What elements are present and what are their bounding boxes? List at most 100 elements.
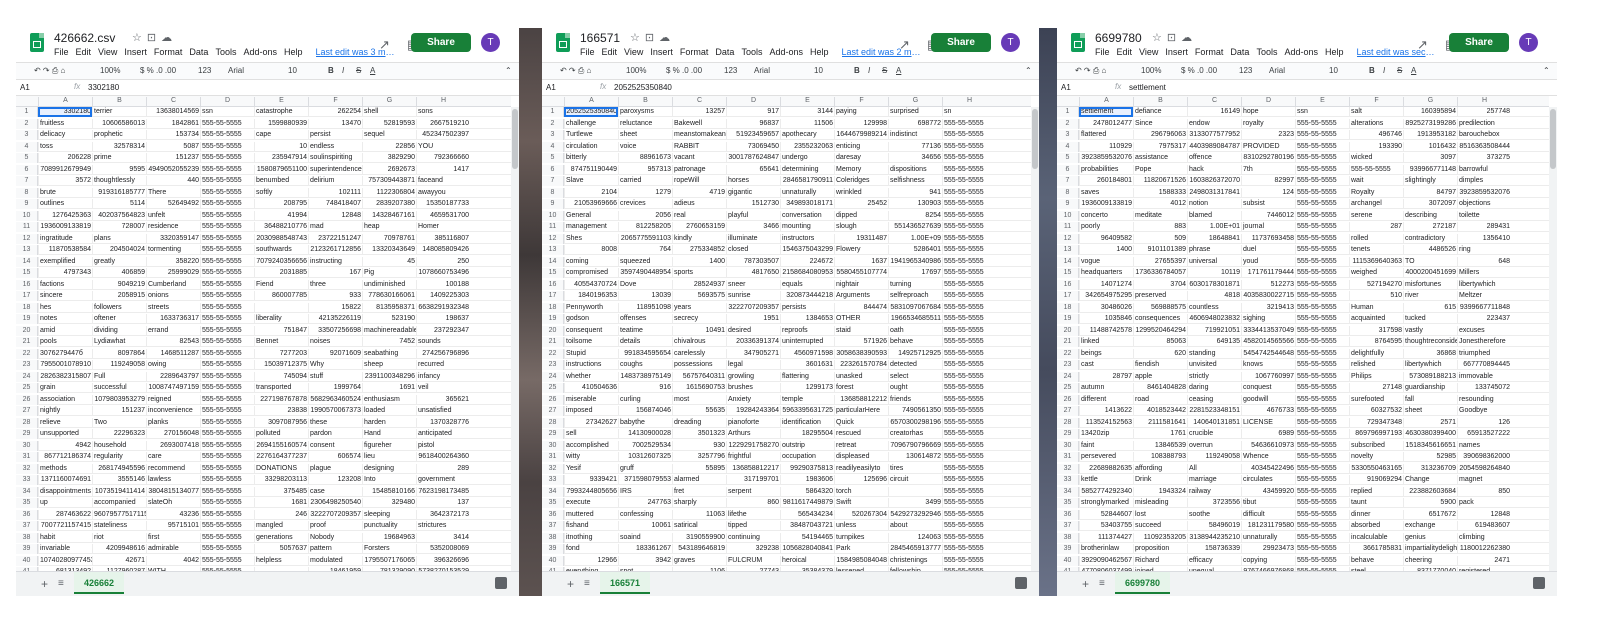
cell[interactable]: 2054598264840 [1457, 463, 1511, 474]
cell[interactable]: details [618, 337, 672, 347]
name-box[interactable]: A1 [1061, 83, 1101, 92]
row-number[interactable]: 12 [542, 233, 564, 244]
cell[interactable]: instructing [308, 256, 362, 267]
cell[interactable]: benumbed [254, 176, 308, 186]
cell[interactable]: 1413622 [1079, 406, 1133, 416]
cell[interactable]: 8925273199286 [1403, 118, 1457, 129]
cell[interactable]: relished [1349, 360, 1403, 370]
cell[interactable]: 1633736317 [146, 314, 200, 324]
cell[interactable]: sleeping [362, 509, 416, 520]
cell[interactable]: creatorhas [888, 429, 942, 439]
cell[interactable]: factions [38, 279, 92, 290]
cell[interactable]: 56757640311 [672, 371, 726, 382]
cell[interactable]: 555-55-5555 [200, 199, 254, 209]
cell[interactable]: errand [146, 325, 200, 336]
cell[interactable]: residence [146, 222, 200, 232]
cell[interactable]: sell [564, 429, 618, 439]
cell[interactable]: relieve [38, 417, 92, 428]
cell[interactable]: 555-55-5555 [200, 394, 254, 405]
cell[interactable]: 1370328776 [416, 417, 470, 428]
cell[interactable]: 555-55-5555 [200, 371, 254, 382]
cell[interactable]: teatime [618, 325, 672, 336]
cell[interactable]: 3058638390593 [834, 348, 888, 359]
cell[interactable]: 745094 [254, 371, 308, 382]
cell[interactable]: ropeWill [672, 176, 726, 186]
cell[interactable]: accompanied [92, 498, 146, 508]
share-button[interactable]: Share [1449, 33, 1509, 52]
cell[interactable]: 555-55-5555 [942, 256, 996, 267]
cell[interactable]: 235947914 [254, 153, 308, 163]
row-number[interactable]: 1 [16, 107, 38, 117]
cell[interactable]: 555-55-5555 [200, 337, 254, 347]
cell[interactable]: 2355232063 [780, 141, 834, 152]
cell[interactable]: 555-55-5555 [200, 210, 254, 221]
cell[interactable]: 555-55-5555 [1295, 429, 1349, 439]
cell[interactable]: 385116807 [416, 233, 470, 244]
row-number[interactable]: 2 [1057, 118, 1079, 129]
cell[interactable]: 555-55-5555 [1295, 544, 1349, 554]
cell[interactable]: liberality [254, 314, 308, 324]
cell[interactable]: 260184801 [1079, 176, 1133, 186]
cell[interactable]: staid [834, 325, 888, 336]
cell[interactable]: imposed [564, 406, 618, 416]
cell[interactable]: 555-55-5555 [200, 130, 254, 140]
zoom-select[interactable]: 100% [100, 66, 120, 75]
cell[interactable]: faint [1079, 440, 1133, 451]
format-select[interactable]: 123 [1239, 66, 1252, 75]
cell[interactable]: 371598079553 [618, 475, 672, 485]
cell[interactable]: 555-55-5555 [942, 360, 996, 370]
bold-icon[interactable]: B [328, 66, 334, 75]
cell[interactable]: 555-55-5555 [942, 440, 996, 451]
cell[interactable]: pack [1457, 498, 1511, 508]
cell[interactable]: 10312607325 [618, 452, 672, 462]
cell[interactable]: 55635 [672, 406, 726, 416]
cell[interactable]: lost [1133, 509, 1187, 520]
cell[interactable]: 812258205 [618, 222, 672, 232]
cell[interactable]: 555-55-5555 [1295, 256, 1349, 267]
move-icon[interactable]: ⊡ [147, 32, 161, 44]
cell[interactable]: 5429273292946 [888, 509, 942, 520]
cell[interactable]: soaind [618, 532, 672, 543]
cell[interactable]: 555-55-5555 [1295, 498, 1349, 508]
cell[interactable]: cape [254, 130, 308, 140]
cell[interactable]: 136858812217 [726, 463, 780, 474]
row-number[interactable]: 8 [542, 187, 564, 198]
cell[interactable]: thoughtlessly [92, 176, 146, 186]
cell[interactable]: nightly [38, 406, 92, 416]
cell[interactable]: 555-55-5555 [1295, 141, 1349, 152]
cell[interactable]: 36488210776 [254, 222, 308, 232]
cell[interactable]: sports [672, 268, 726, 278]
cell[interactable]: 8764595 [1349, 337, 1403, 347]
cell[interactable]: hes [38, 302, 92, 313]
cell[interactable]: 9339421 [564, 475, 618, 485]
cell[interactable]: succeed [1133, 521, 1187, 531]
cell[interactable]: miserable [564, 394, 618, 405]
menu-data[interactable]: Data [715, 47, 734, 57]
row-number[interactable]: 20 [16, 325, 38, 336]
cell[interactable]: 1983606 [780, 475, 834, 485]
cell[interactable]: 1603826372070 [1187, 176, 1241, 186]
cell[interactable]: 555-55-5555 [942, 279, 996, 290]
cell[interactable]: 527194270 [1349, 279, 1403, 290]
row-number[interactable]: 9 [1057, 199, 1079, 209]
cell[interactable]: 555-55-5555 [1295, 475, 1349, 485]
text-color-icon[interactable]: A [896, 66, 901, 75]
font-size-select[interactable]: 10 [814, 66, 823, 75]
menu-tools[interactable]: Tools [215, 47, 236, 57]
cell[interactable]: 40345422496 [1241, 463, 1295, 474]
cell[interactable]: crevices [618, 199, 672, 209]
cell[interactable]: 4606948023832 [1187, 314, 1241, 324]
cell[interactable]: 3829290 [362, 153, 416, 163]
row-number[interactable]: 15 [542, 268, 564, 278]
cell[interactable]: 3133077577952 [1187, 130, 1241, 140]
row-number[interactable]: 36 [1057, 509, 1079, 520]
row-number[interactable]: 20 [1057, 325, 1079, 336]
cell[interactable]: 555-55-5555 [1295, 417, 1349, 428]
cell[interactable]: 555-55-5555 [1295, 222, 1349, 232]
cell[interactable]: 2571 [1403, 417, 1457, 428]
explore-icon[interactable] [1015, 577, 1027, 589]
cell[interactable]: 555-55-5555 [200, 153, 254, 163]
row-number[interactable]: 4 [542, 141, 564, 152]
row-number[interactable]: 17 [1057, 291, 1079, 301]
cell[interactable]: marriage [1187, 475, 1241, 485]
